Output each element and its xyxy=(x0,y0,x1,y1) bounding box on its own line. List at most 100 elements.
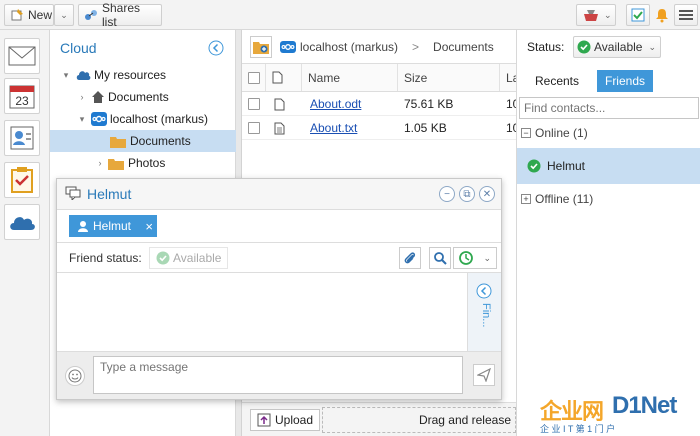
send-button[interactable] xyxy=(473,364,495,386)
tasks-app-button[interactable] xyxy=(4,162,40,198)
select-all-column[interactable] xyxy=(242,64,266,91)
add-folder-button[interactable] xyxy=(250,35,272,58)
offline-group-header[interactable]: + Offline (11) xyxy=(521,192,593,206)
emoji-button[interactable] xyxy=(65,366,85,386)
tab-friends[interactable]: Friends xyxy=(597,70,653,92)
status-label: Status: xyxy=(527,40,565,54)
folder-icon xyxy=(110,135,126,148)
detach-button[interactable]: ⧉ xyxy=(459,186,475,202)
history-button[interactable]: ⌄ xyxy=(453,247,497,269)
collapse-box-icon[interactable]: − xyxy=(521,128,531,138)
tree-item-localhost[interactable]: ▾ localhost (markus) xyxy=(50,108,236,130)
breadcrumb-server[interactable]: localhost (markus) xyxy=(300,40,398,54)
menu-button[interactable] xyxy=(674,4,698,26)
chevron-down-icon: ⌄ xyxy=(604,9,612,20)
tree-item-label: My resources xyxy=(94,68,167,82)
chevron-down-icon[interactable]: ▾ xyxy=(76,114,88,125)
file-icon xyxy=(274,92,285,116)
paperclip-icon xyxy=(403,251,417,265)
row-checkbox[interactable] xyxy=(248,98,260,110)
folder-add-icon xyxy=(253,40,269,54)
table-row[interactable]: About.odt 75.61 KB 10 xyxy=(242,92,516,116)
svg-text:23: 23 xyxy=(15,94,29,108)
attach-button[interactable] xyxy=(399,247,421,269)
file-table-header: Name Size La xyxy=(242,64,516,92)
search-icon xyxy=(433,251,447,265)
name-column-header[interactable]: Name xyxy=(302,64,398,91)
text-file-icon xyxy=(274,116,285,140)
new-button[interactable]: New xyxy=(4,4,54,26)
friend-status-value: Available xyxy=(173,251,222,265)
upload-bar: Upload Drag and release xyxy=(242,402,516,436)
friend-status-badge: Available xyxy=(149,247,229,269)
size-column-label: Size xyxy=(404,70,428,85)
tree-item-label: Documents xyxy=(108,90,169,104)
chevron-down-icon[interactable]: ▾ xyxy=(60,70,72,81)
collapse-panel-button[interactable] xyxy=(208,40,224,56)
inbox-tray-icon xyxy=(582,8,600,22)
app-launcher-rail: 23 xyxy=(0,30,50,436)
drop-zone[interactable]: Drag and release xyxy=(322,407,516,433)
chevron-down-icon: ⌄ xyxy=(648,41,656,52)
file-name-link[interactable]: About.odt xyxy=(310,97,361,111)
nextcloud-icon xyxy=(280,40,296,53)
tree-item-my-resources[interactable]: ▾ My resources xyxy=(50,64,236,86)
folder-icon xyxy=(108,157,124,170)
new-dropdown-button[interactable]: ⌄ xyxy=(54,4,74,26)
breadcrumb: localhost (markus) > Documents xyxy=(242,30,516,64)
notifications-button[interactable] xyxy=(650,4,674,26)
type-column[interactable] xyxy=(266,64,302,91)
status-select[interactable]: Available ⌄ xyxy=(573,36,661,58)
message-input[interactable] xyxy=(93,356,463,394)
online-group-header[interactable]: − Online (1) xyxy=(521,126,588,140)
mail-app-button[interactable] xyxy=(4,38,40,74)
tasks-toggle-button[interactable] xyxy=(626,4,650,26)
expand-box-icon[interactable]: + xyxy=(521,194,531,204)
tree-item-documents-selected[interactable]: Documents xyxy=(50,130,236,152)
search-history-button[interactable] xyxy=(429,247,451,269)
envelope-icon xyxy=(8,45,36,67)
detach-icon: ⧉ xyxy=(463,188,471,200)
find-contacts-input[interactable] xyxy=(519,97,699,119)
find-side-panel: Fin... xyxy=(467,273,501,351)
chat-tab-close-icon[interactable]: × xyxy=(145,219,153,234)
cloud-app-button[interactable] xyxy=(4,204,40,240)
contact-item-helmut[interactable]: Helmut xyxy=(517,148,700,184)
contacts-app-button[interactable] xyxy=(4,120,40,156)
expand-panel-button[interactable] xyxy=(476,283,492,299)
tab-recents[interactable]: Recents xyxy=(527,70,587,92)
chevron-right-icon[interactable]: › xyxy=(94,158,106,168)
table-row[interactable]: About.txt 1.05 KB 10 xyxy=(242,116,516,140)
close-button[interactable]: ✕ xyxy=(479,186,495,202)
file-icon xyxy=(272,71,283,84)
check-circle-icon xyxy=(577,40,591,54)
tree-item-documents[interactable]: › Documents xyxy=(50,86,236,108)
shares-list-button[interactable]: Shares list xyxy=(78,1,162,29)
minimize-button[interactable]: − xyxy=(439,186,455,202)
last-modified-column-header[interactable]: La xyxy=(500,64,516,91)
file-name-link[interactable]: About.txt xyxy=(310,121,357,135)
chat-tabs-strip: Helmut × xyxy=(57,209,501,243)
chevron-left-circle-icon xyxy=(208,40,224,56)
chevron-left-circle-icon xyxy=(476,283,492,299)
address-book-icon xyxy=(8,125,36,151)
size-column-header[interactable]: Size xyxy=(398,64,500,91)
main-toolbar: New ⌄ Shares list ⌄ xyxy=(0,0,700,30)
select-all-checkbox[interactable] xyxy=(248,71,260,84)
file-size: 1.05 KB xyxy=(404,121,447,135)
name-column-label: Name xyxy=(308,70,341,85)
chevron-right-icon[interactable]: › xyxy=(76,92,88,102)
calendar-app-button[interactable]: 23 xyxy=(4,78,40,114)
chat-tab-helmut[interactable]: Helmut × xyxy=(69,215,157,237)
file-date: 10 xyxy=(506,97,516,111)
compose-bar xyxy=(57,351,501,399)
inbox-tray-button[interactable]: ⌄ xyxy=(576,4,616,26)
breadcrumb-folder[interactable]: Documents xyxy=(433,40,494,54)
contact-name: Helmut xyxy=(547,159,586,173)
upload-button[interactable]: Upload xyxy=(250,409,321,431)
hamburger-icon xyxy=(679,9,693,21)
tree-item-photos[interactable]: › Photos xyxy=(50,152,236,174)
history-icon xyxy=(458,250,474,266)
chat-window: Helmut − ⧉ ✕ Helmut × Friend status: Ava… xyxy=(56,178,502,400)
row-checkbox[interactable] xyxy=(248,122,260,134)
